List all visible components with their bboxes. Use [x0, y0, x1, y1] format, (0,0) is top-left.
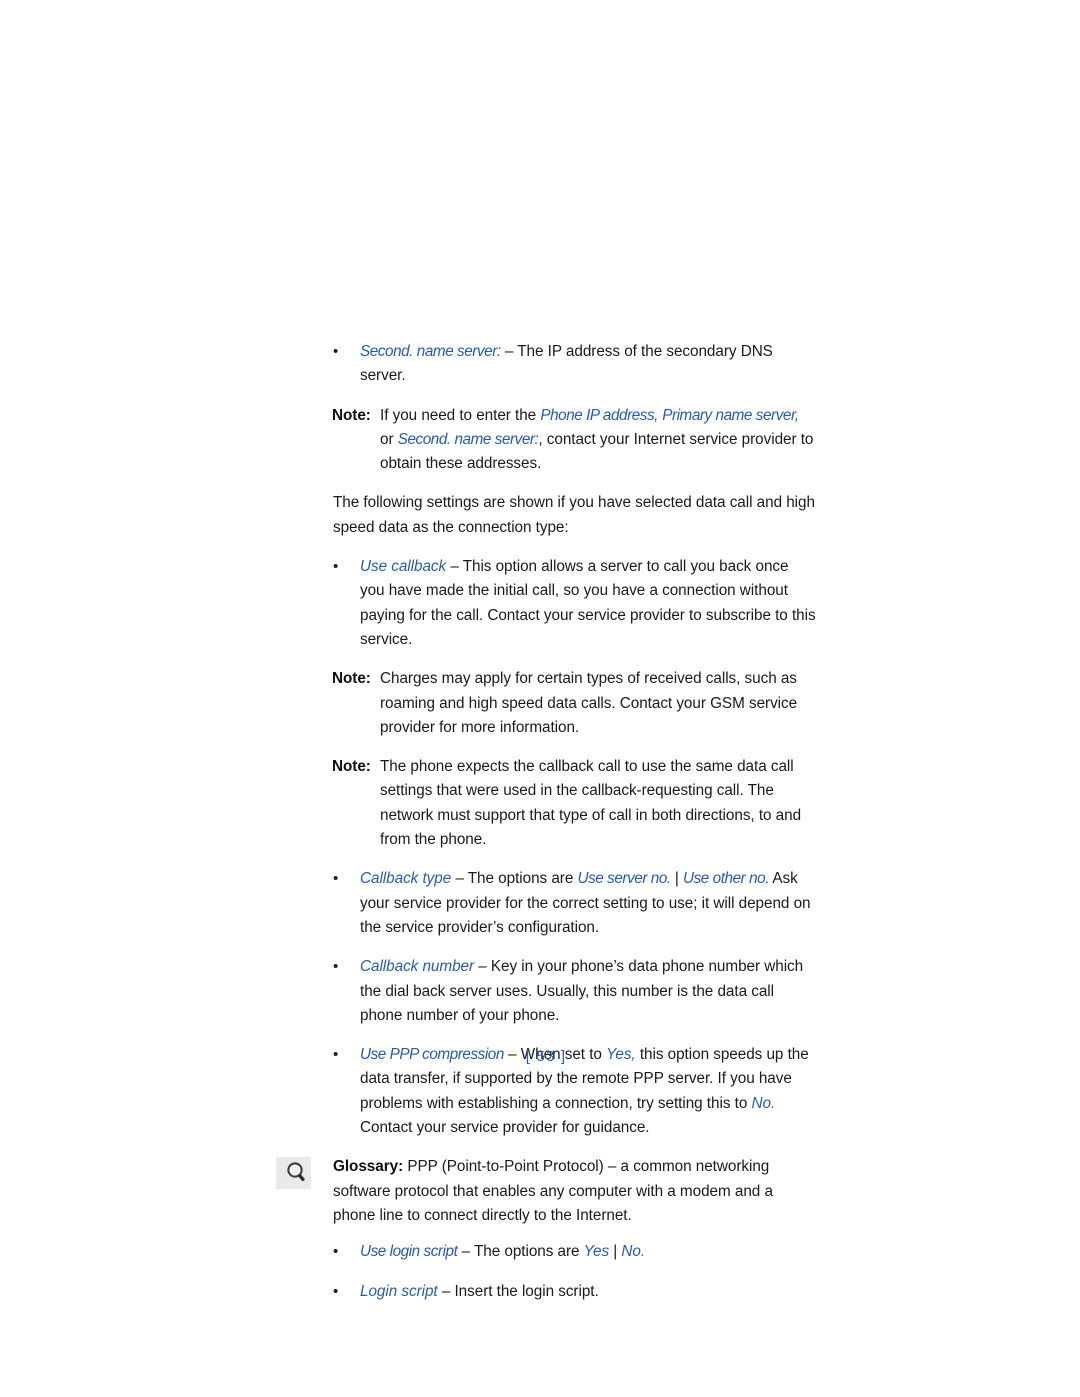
- term-second-name-server-2: Second. name server:: [397, 430, 539, 448]
- note-text-part3: or: [380, 430, 398, 448]
- glossary-label: Glossary:: [333, 1158, 404, 1176]
- bullet-marker: •: [333, 870, 339, 888]
- list-item-text: – Insert the login script.: [437, 1282, 599, 1300]
- option-use-other-no: Use other no.: [683, 870, 769, 888]
- list-item: • Callback type – The options are Use se…: [276, 867, 816, 940]
- page-content: • Second. name server: – The IP address …: [276, 340, 816, 1319]
- option-no: No.: [751, 1094, 776, 1112]
- list-item: • Use callback – This option allows a se…: [276, 555, 816, 652]
- option-yes: Yes: [583, 1243, 610, 1261]
- bullet-marker: •: [333, 1243, 339, 1261]
- note-block-charges: Note: Charges may apply for certain type…: [276, 667, 816, 740]
- term-use-login-script: Use login script: [360, 1243, 458, 1261]
- note-label: Note:: [332, 670, 371, 688]
- list-item: • Login script – Insert the login script…: [276, 1280, 816, 1304]
- option-separator: |: [609, 1243, 622, 1261]
- bullet-marker: •: [333, 1282, 339, 1300]
- note-label: Note:: [332, 758, 371, 776]
- term-use-callback: Use callback: [360, 558, 447, 576]
- bullet-marker: •: [333, 958, 339, 976]
- list-item-text-part3: Contact your service provider for guidan…: [360, 1119, 650, 1137]
- magnifier-icon: [276, 1157, 311, 1190]
- term-login-script: Login script: [360, 1282, 438, 1300]
- intro-paragraph: The following settings are shown if you …: [333, 494, 815, 536]
- list-item: • Second. name server: – The IP address …: [276, 340, 816, 389]
- bullet-marker: •: [333, 558, 339, 576]
- list-item: • Use login script – The options are Yes…: [276, 1240, 816, 1264]
- option-use-server-no: Use server no.: [577, 870, 672, 888]
- glossary-block: Glossary: PPP (Point-to-Point Protocol) …: [276, 1155, 816, 1228]
- document-page: • Second. name server: – The IP address …: [0, 0, 1080, 1397]
- term-callback-number: Callback number: [360, 958, 475, 976]
- note-block-addresses: Note: If you need to enter the Phone IP …: [276, 404, 816, 477]
- list-item-text-part1: – The options are: [457, 1243, 584, 1261]
- term-primary-name-server: Primary name server,: [662, 406, 799, 424]
- term-callback-type: Callback type: [360, 870, 452, 888]
- list-item-text-part1: – The options are: [451, 870, 578, 888]
- note-text-part1: If you need to enter the: [380, 406, 541, 424]
- page-number: [ 53 ]: [525, 1048, 567, 1065]
- note-text: Charges may apply for certain types of r…: [380, 670, 798, 736]
- option-separator: |: [670, 870, 684, 888]
- option-no: No.: [621, 1243, 646, 1261]
- note-block-callback-call: Note: The phone expects the callback cal…: [276, 755, 816, 852]
- term-phone-ip-address: Phone IP address,: [540, 406, 658, 424]
- list-item: • Callback number – Key in your phone’s …: [276, 955, 816, 1028]
- bullet-marker: •: [333, 343, 339, 360]
- term-second-name-server: Second. name server:: [360, 343, 501, 360]
- note-label: Note:: [332, 406, 371, 424]
- note-text: The phone expects the callback call to u…: [380, 758, 802, 849]
